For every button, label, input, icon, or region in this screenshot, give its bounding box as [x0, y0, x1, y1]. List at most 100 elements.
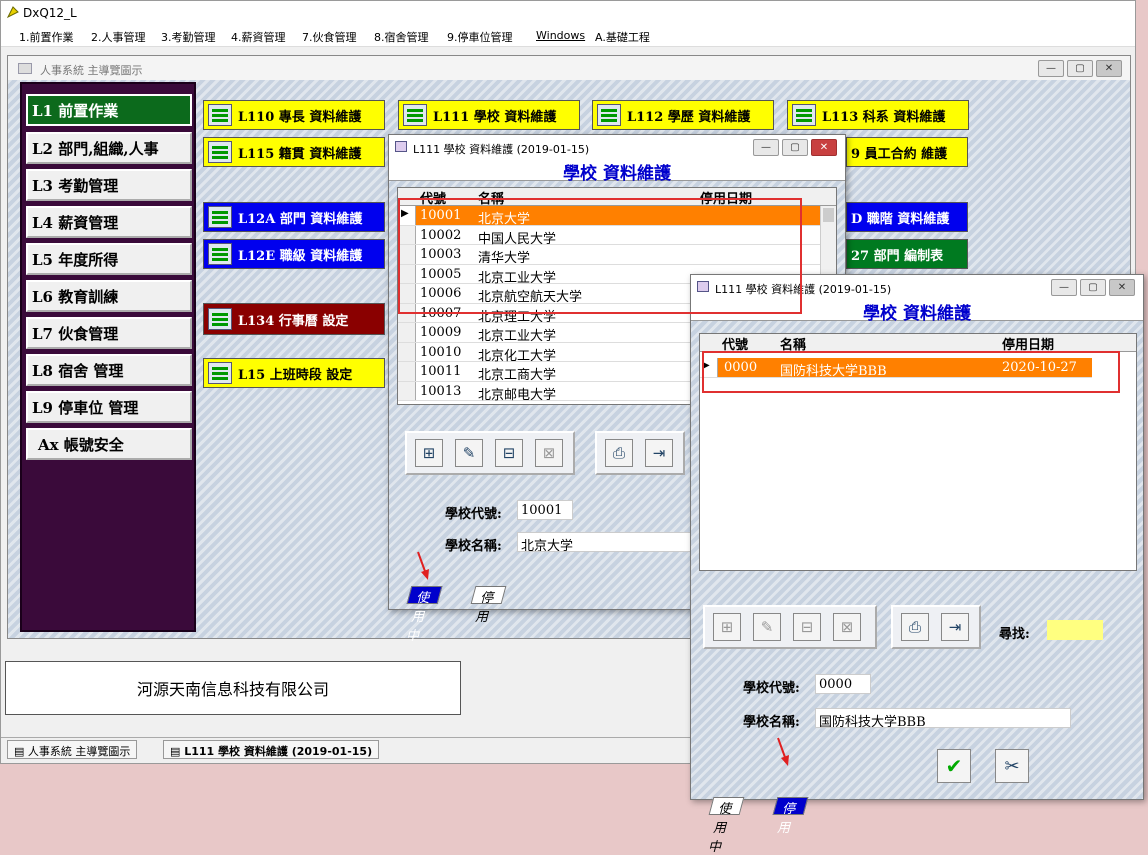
dialog-header: 學校 資料維護: [691, 299, 1143, 324]
row-stop-date: 2020-10-27: [1002, 360, 1077, 375]
maximize-button[interactable]: ▢: [782, 139, 808, 156]
menu-item-pre[interactable]: 1.前置作業: [19, 29, 74, 45]
edit-record-button[interactable]: ✎: [753, 613, 781, 641]
task-l111[interactable]: ▤ L111 學校 資料維護 (2019-01-15): [163, 740, 380, 759]
delete-record-button[interactable]: ⊟: [793, 613, 821, 641]
close-button[interactable]: ✕: [1096, 60, 1122, 77]
tab-in-use[interactable]: 使用中: [707, 797, 745, 855]
exit-door-icon[interactable]: ⇥: [941, 613, 969, 641]
tile-l127[interactable]: 27 部門 編制表: [846, 239, 968, 269]
menu-item-parking[interactable]: 9.停車位管理: [447, 29, 513, 45]
delete-record-button[interactable]: ⊟: [495, 439, 523, 467]
row-code: 10013: [420, 383, 462, 399]
tile-label: L115 籍貫 資料維護: [238, 146, 362, 162]
tab-disabled[interactable]: 停用: [772, 797, 809, 836]
scroll-thumb[interactable]: [823, 208, 834, 222]
col-code[interactable]: 代號: [722, 334, 748, 353]
form-icon: [208, 362, 232, 384]
close-button[interactable]: ✕: [1109, 279, 1135, 296]
menu-item-basic[interactable]: A.基礎工程: [595, 29, 650, 45]
remove-record-button[interactable]: ⊠: [833, 613, 861, 641]
window-icon: [697, 281, 709, 292]
menu-item-windows[interactable]: Windows: [536, 29, 585, 42]
col-stop-date[interactable]: 停用日期: [700, 188, 752, 207]
nav-l4[interactable]: L4 薪資管理: [26, 206, 192, 238]
exit-door-icon[interactable]: ⇥: [645, 439, 673, 467]
tile-label: L113 科系 資料維護: [822, 109, 946, 125]
nav-l9[interactable]: L9 停車位 管理: [26, 391, 192, 423]
col-stop-date[interactable]: 停用日期: [1002, 334, 1054, 353]
school-name-field[interactable]: 北京大学: [517, 532, 691, 552]
printer-icon[interactable]: ⎙: [605, 439, 633, 467]
form-icon: [208, 308, 232, 330]
school-name-label: 學校名稱:: [445, 539, 502, 554]
col-name[interactable]: 名稱: [478, 188, 504, 207]
tile-l134[interactable]: L134 行事曆 設定: [203, 303, 385, 335]
tile-l115[interactable]: L115 籍貫 資料維護: [203, 137, 385, 167]
add-record-button[interactable]: ⊞: [713, 613, 741, 641]
tile-l12e[interactable]: L12E 職級 資料維護: [203, 239, 385, 269]
tile-l113[interactable]: L113 科系 資料維護: [787, 100, 969, 130]
nav-l1[interactable]: L1 前置作業: [26, 94, 192, 126]
school-name-field[interactable]: 国防科技大学BBB: [815, 708, 1071, 728]
menu-item-dorm[interactable]: 8.宿舍管理: [374, 29, 429, 45]
tile-l111[interactable]: L111 學校 資料維護: [398, 100, 580, 130]
row-code: 10009: [420, 325, 462, 340]
tile-l12d[interactable]: D 職階 資料維護: [846, 202, 968, 232]
menu-item-salary[interactable]: 4.薪資管理: [231, 29, 286, 45]
col-name[interactable]: 名稱: [780, 334, 806, 353]
row-indicator: [398, 342, 416, 361]
task-label: L111 學校 資料維護 (2019-01-15): [184, 745, 373, 758]
nav-l3[interactable]: L3 考勤管理: [26, 169, 192, 201]
tile-l110[interactable]: L110 專長 資料維護: [203, 100, 385, 130]
nav-ax[interactable]: Ax 帳號安全: [26, 428, 192, 460]
table-row[interactable]: ▶ 0000 国防科技大学BBB 2020-10-27: [700, 358, 1092, 379]
tile-l12a[interactable]: L12A 部門 資料維護: [203, 202, 385, 232]
table-row[interactable]: 10003 清华大学: [398, 245, 820, 266]
remove-record-button[interactable]: ⊠: [535, 439, 563, 467]
window-icon: ▤: [170, 745, 185, 758]
tile-l112[interactable]: L112 學歷 資料維護: [592, 100, 774, 130]
school-code-field[interactable]: 0000: [815, 674, 871, 694]
tile-l119[interactable]: 9 員工合約 維護: [846, 137, 968, 167]
table-row[interactable]: ▶ 10001 北京大学: [398, 206, 820, 227]
printer-icon[interactable]: ⎙: [901, 613, 929, 641]
find-input[interactable]: [1047, 620, 1103, 640]
row-code: 10003: [420, 247, 462, 262]
maximize-button[interactable]: ▢: [1067, 60, 1093, 77]
menu-item-meals[interactable]: 7.伙食管理: [302, 29, 357, 45]
col-code[interactable]: 代號: [420, 188, 446, 207]
close-button[interactable]: ✕: [811, 139, 837, 156]
school-code-field[interactable]: 10001: [517, 500, 573, 520]
add-record-button[interactable]: ⊞: [415, 439, 443, 467]
form-icon: [792, 104, 816, 126]
edit-record-button[interactable]: ✎: [455, 439, 483, 467]
tab-in-use[interactable]: 使用中: [405, 586, 443, 644]
row-code: 10001: [420, 208, 462, 223]
minimize-button[interactable]: —: [1038, 60, 1064, 77]
nav-l7[interactable]: L7 伙食管理: [26, 317, 192, 349]
tab-disabled[interactable]: 停用: [470, 586, 507, 625]
minimize-button[interactable]: —: [753, 139, 779, 156]
task-main[interactable]: ▤ 人事系統 主導覽圖示: [7, 740, 138, 759]
menu-item-attendance[interactable]: 3.考勤管理: [161, 29, 216, 45]
row-name: 北京大学: [478, 212, 531, 227]
maximize-button[interactable]: ▢: [1080, 279, 1106, 296]
nav-l6[interactable]: L6 教育訓練: [26, 280, 192, 312]
row-code: 10005: [420, 266, 462, 282]
scissors-icon[interactable]: ✂: [995, 749, 1029, 783]
nav-l2[interactable]: L2 部門,組織,人事: [26, 132, 192, 164]
tile-l15[interactable]: L15 上班時段 設定: [203, 358, 385, 388]
minimize-button[interactable]: —: [1051, 279, 1077, 296]
row-indicator: [398, 225, 416, 244]
disabled-school-grid[interactable]: 代號 名稱 停用日期 ▶ 0000 国防科技大学BBB 2020-10-27: [699, 333, 1137, 571]
menu-item-hr[interactable]: 2.人事管理: [91, 29, 146, 45]
output-toolbar: ⎙ ⇥: [595, 431, 685, 475]
row-indicator: [398, 264, 416, 283]
table-row[interactable]: 10002 中国人民大学: [398, 225, 820, 247]
module-nav-panel: L1 前置作業 L2 部門,組織,人事 L3 考勤管理 L4 薪資管理 L5 年…: [20, 82, 196, 632]
arrow-annotation-icon: [777, 737, 789, 766]
check-icon[interactable]: ✔: [937, 749, 971, 783]
nav-l8[interactable]: L8 宿舍 管理: [26, 354, 192, 386]
nav-l5[interactable]: L5 年度所得: [26, 243, 192, 275]
